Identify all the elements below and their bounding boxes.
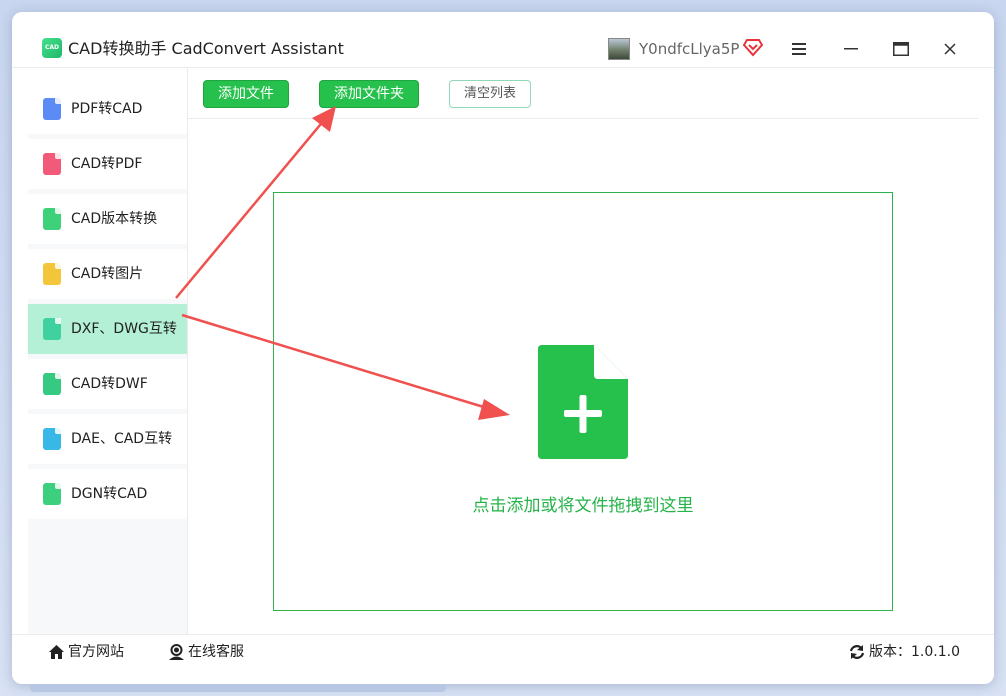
taskbar-preview xyxy=(30,684,446,692)
sidebar-item-dgn-to-cad[interactable]: DGN转CAD xyxy=(28,469,187,519)
sidebar: PDF转CAD CAD转PDF CAD版本转换 CAD转图片 DXF、DWG互转… xyxy=(28,84,188,634)
maximize-icon xyxy=(893,42,909,56)
app-window: CAD CAD转换助手 CadConvert Assistant Y0ndfcL… xyxy=(12,12,994,684)
cad-to-image-icon xyxy=(43,263,61,285)
username[interactable]: Y0ndfcLlya5P xyxy=(639,39,739,59)
refresh-icon xyxy=(849,645,865,659)
cad-to-pdf-icon xyxy=(43,153,61,175)
cad-to-dwf-icon xyxy=(43,373,61,395)
sidebar-item-cad-to-dwf[interactable]: CAD转DWF xyxy=(28,359,187,409)
file-drop-zone[interactable]: 点击添加或将文件拖拽到这里 xyxy=(273,192,893,611)
dae-cad-icon xyxy=(43,428,61,450)
dgn-to-cad-icon xyxy=(43,483,61,505)
sidebar-item-label: DGN转CAD xyxy=(71,486,148,502)
version-info: 版本：1.0.1.0 xyxy=(848,642,960,662)
avatar[interactable] xyxy=(608,38,630,60)
cad-version-icon xyxy=(43,208,61,230)
title-bar: CAD CAD转换助手 CadConvert Assistant Y0ndfcL… xyxy=(12,12,994,68)
official-website-link[interactable]: 官方网站 xyxy=(48,642,124,662)
add-folder-button[interactable]: 添加文件夹 xyxy=(319,80,419,108)
arrow-head-add-folder xyxy=(312,106,336,132)
maximize-button[interactable] xyxy=(886,34,916,64)
vip-diamond-icon[interactable] xyxy=(743,37,763,57)
add-file-button[interactable]: 添加文件 xyxy=(203,80,289,108)
sidebar-item-label: CAD转DWF xyxy=(71,376,148,392)
sidebar-divider xyxy=(187,68,188,634)
add-file-icon[interactable] xyxy=(538,345,628,459)
hamburger-icon xyxy=(792,43,806,55)
online-support-label: 在线客服 xyxy=(188,644,244,660)
drop-zone-hint: 点击添加或将文件拖拽到这里 xyxy=(472,496,694,516)
sidebar-item-label: CAD版本转换 xyxy=(71,211,158,227)
status-bar xyxy=(12,634,994,684)
sidebar-item-label: CAD转图片 xyxy=(71,266,144,282)
sidebar-item-label: DAE、CAD互转 xyxy=(71,431,173,447)
menu-button[interactable] xyxy=(784,34,814,64)
sidebar-item-label: CAD转PDF xyxy=(71,156,143,172)
minimize-icon xyxy=(844,48,858,50)
toolbar-divider xyxy=(188,118,978,119)
home-icon xyxy=(49,645,64,659)
sidebar-item-cad-to-image[interactable]: CAD转图片 xyxy=(28,249,187,299)
sidebar-item-label: PDF转CAD xyxy=(71,101,143,117)
close-button[interactable] xyxy=(935,34,965,64)
app-title: CAD转换助手 CadConvert Assistant xyxy=(68,39,344,58)
sidebar-item-cad-version[interactable]: CAD版本转换 xyxy=(28,194,187,244)
close-icon xyxy=(944,43,956,55)
sidebar-item-pdf-to-cad[interactable]: PDF转CAD xyxy=(28,84,187,134)
support-agent-icon xyxy=(169,644,184,660)
minimize-button[interactable] xyxy=(836,34,866,64)
sidebar-item-dxf-dwg[interactable]: DXF、DWG互转 xyxy=(28,304,187,354)
app-logo: CAD xyxy=(42,38,62,58)
dxf-dwg-icon xyxy=(43,318,61,340)
clear-list-button[interactable]: 清空列表 xyxy=(449,80,531,108)
version-label: 版本：1.0.1.0 xyxy=(869,644,960,660)
sidebar-item-cad-to-pdf[interactable]: CAD转PDF xyxy=(28,139,187,189)
sidebar-item-dae-cad[interactable]: DAE、CAD互转 xyxy=(28,414,187,464)
online-support-link[interactable]: 在线客服 xyxy=(168,642,244,662)
pdf-to-cad-icon xyxy=(43,98,61,120)
official-website-label: 官方网站 xyxy=(68,644,124,660)
sidebar-item-label: DXF、DWG互转 xyxy=(71,321,177,337)
